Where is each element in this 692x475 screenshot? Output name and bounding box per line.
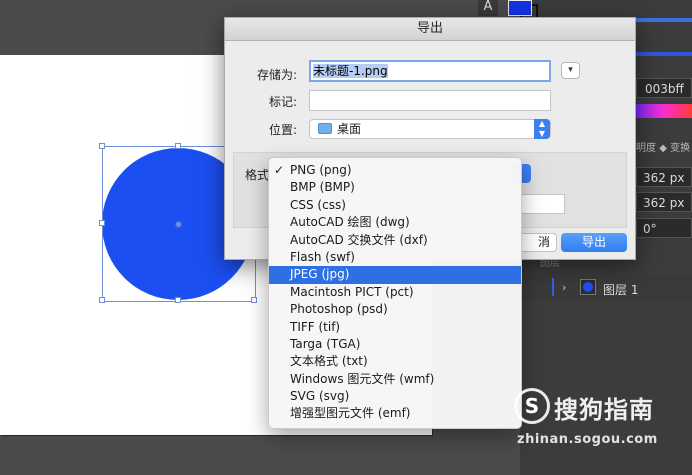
watermark-url: zhinan.sogou.com bbox=[517, 432, 658, 447]
layer-thumbnail-shape bbox=[583, 282, 593, 292]
watermark-brand: 搜狗指南 bbox=[554, 396, 654, 424]
expand-dialog-button[interactable]: ▾ bbox=[561, 62, 580, 79]
diamond-icon: ◆ bbox=[659, 143, 667, 154]
height-input[interactable]: 362 px bbox=[636, 192, 692, 212]
format-option[interactable]: Macintosh PICT (pct) bbox=[269, 284, 521, 301]
folder-icon bbox=[318, 123, 332, 134]
format-option[interactable]: ✓ PNG (png) bbox=[269, 162, 521, 179]
text-tool-icon[interactable]: A bbox=[478, 0, 498, 16]
format-option[interactable]: 增强型图元文件 (emf) bbox=[269, 405, 521, 422]
format-option-input[interactable] bbox=[521, 194, 565, 214]
format-option[interactable]: 文本格式 (txt) bbox=[269, 353, 521, 370]
dialog-title: 导出 bbox=[225, 18, 635, 41]
format-option[interactable]: AutoCAD 交换文件 (dxf) bbox=[269, 232, 521, 249]
color-slider[interactable] bbox=[636, 18, 692, 22]
fill-color-swatch[interactable] bbox=[508, 0, 532, 16]
location-select[interactable]: 桌面 ▲ ▼ bbox=[309, 119, 551, 139]
format-option[interactable]: Flash (swf) bbox=[269, 249, 521, 266]
tags-label: 标记: bbox=[268, 95, 297, 109]
format-option[interactable]: Photoshop (psd) bbox=[269, 301, 521, 318]
resize-handle-bottom-right[interactable] bbox=[251, 297, 257, 303]
format-option[interactable]: Windows 图元文件 (wmf) bbox=[269, 371, 521, 388]
color-spectrum[interactable] bbox=[636, 104, 692, 118]
file-name-value: 未标题-1.png bbox=[313, 64, 388, 78]
resize-handle-left[interactable] bbox=[99, 220, 105, 226]
layer-name[interactable]: 图层 1 bbox=[603, 281, 638, 298]
format-option[interactable]: BMP (BMP) bbox=[269, 179, 521, 196]
resize-handle-top[interactable] bbox=[175, 143, 181, 149]
hex-color-input[interactable]: 003bff bbox=[636, 78, 692, 98]
properties-header: 明度 ◆ 变换 bbox=[636, 140, 692, 158]
transform-label: 变换 bbox=[670, 143, 691, 154]
format-option[interactable]: AutoCAD 绘图 (dwg) bbox=[269, 214, 521, 231]
export-button[interactable]: 导出 bbox=[561, 233, 627, 252]
resize-handle-top-left[interactable] bbox=[99, 143, 105, 149]
format-option[interactable]: TIFF (tif) bbox=[269, 319, 521, 336]
sogou-logo-icon: S bbox=[514, 388, 550, 424]
checkmark-icon: ✓ bbox=[274, 163, 285, 177]
where-label: 位置: bbox=[268, 123, 297, 137]
opacity-label: 明度 bbox=[636, 143, 656, 154]
file-name-input[interactable]: 未标题-1.png bbox=[309, 60, 551, 82]
cancel-button[interactable]: 消 bbox=[517, 233, 557, 252]
resize-handle-bottom[interactable] bbox=[175, 297, 181, 303]
rotation-input[interactable]: 0° bbox=[636, 218, 692, 238]
format-option[interactable]: CSS (css) bbox=[269, 197, 521, 214]
format-dropdown-menu: ✓ PNG (png) BMP (BMP) CSS (css) AutoCAD 绘… bbox=[268, 157, 522, 429]
location-value: 桌面 bbox=[337, 122, 362, 136]
select-arrows-icon: ▲ ▼ bbox=[534, 119, 550, 139]
chevron-right-icon[interactable]: › bbox=[562, 281, 566, 294]
save-as-label: 存储为: bbox=[256, 68, 297, 82]
format-option[interactable]: Targa (TGA) bbox=[269, 336, 521, 353]
layer-selected-indicator bbox=[552, 278, 554, 296]
tags-input[interactable] bbox=[309, 90, 551, 111]
chevron-down-icon: ▾ bbox=[568, 65, 573, 75]
format-label: 格式 bbox=[245, 168, 270, 182]
format-option-highlighted[interactable]: JPEG (jpg) bbox=[269, 266, 521, 284]
format-option[interactable]: SVG (svg) bbox=[269, 388, 521, 405]
resize-handle-bottom-left[interactable] bbox=[99, 297, 105, 303]
shape-center-point bbox=[175, 221, 182, 228]
width-input[interactable]: 362 px bbox=[636, 167, 692, 187]
color-slider-2[interactable] bbox=[636, 52, 692, 56]
